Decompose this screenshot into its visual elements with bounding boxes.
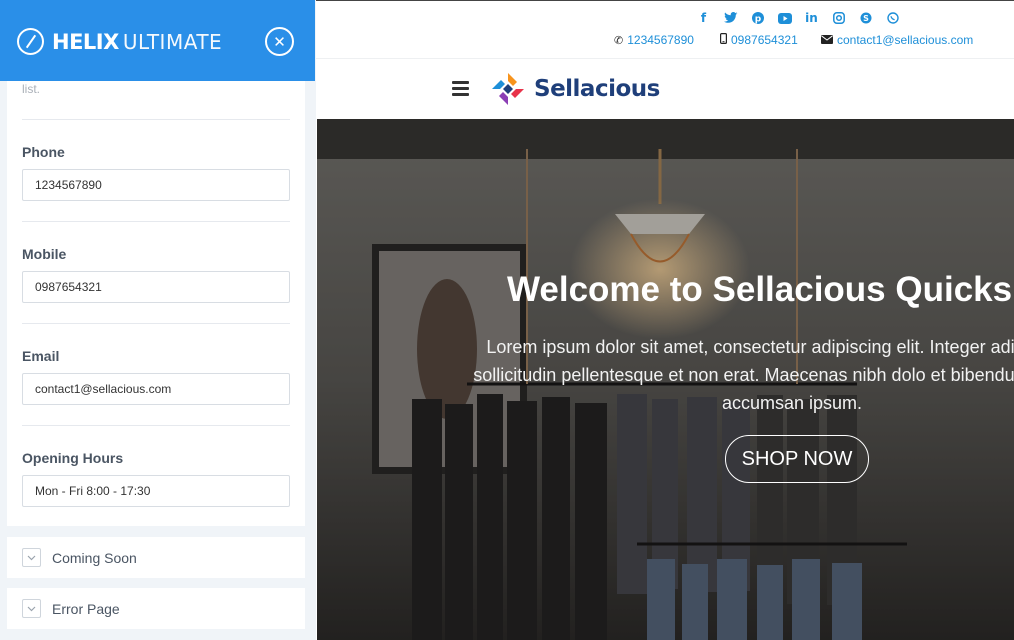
phone-field[interactable] <box>22 169 290 201</box>
divider <box>22 221 290 222</box>
brand-name: Sellacious <box>534 76 660 102</box>
social-icons: f p in S <box>690 11 906 25</box>
pinterest-icon[interactable]: p <box>744 11 771 25</box>
logo-text-light: ULTIMATE <box>122 29 223 54</box>
linkedin-icon[interactable]: in <box>798 11 825 25</box>
sellacious-logo-icon <box>492 73 524 105</box>
envelope-icon <box>821 34 833 47</box>
opening-hours-label: Opening Hours <box>22 450 124 466</box>
mobile-text: 0987654321 <box>731 33 798 47</box>
settings-panel: list. Phone Mobile Email Opening Hours C… <box>0 0 316 640</box>
shop-now-button[interactable]: SHOP NOW <box>725 435 869 483</box>
chevron-down-icon <box>22 548 41 567</box>
email-text: contact1@sellacious.com <box>837 33 974 47</box>
accordion-label: Error Page <box>52 600 120 617</box>
phone-icon: ✆ <box>614 33 624 47</box>
twitter-icon[interactable] <box>717 11 744 25</box>
accordion-coming-soon[interactable]: Coming Soon <box>7 537 305 578</box>
email-link[interactable]: contact1@sellacious.com <box>821 33 973 47</box>
menu-icon[interactable] <box>452 81 469 99</box>
email-label: Email <box>22 348 60 364</box>
accordion-error-page[interactable]: Error Page <box>7 588 305 629</box>
hero-banner: Welcome to Sellacious Quicks Lorem ipsum… <box>317 119 1014 640</box>
youtube-icon[interactable] <box>771 11 798 25</box>
helix-logo-icon <box>17 28 44 55</box>
divider <box>22 323 290 324</box>
accordion-label: Coming Soon <box>52 549 137 566</box>
close-icon[interactable]: ✕ <box>265 27 294 56</box>
logo-text-bold: HELIX <box>52 29 119 54</box>
phone-link[interactable]: ✆ 1234567890 <box>614 33 694 47</box>
svg-text:p: p <box>754 15 761 25</box>
skype-icon[interactable]: S <box>852 11 879 25</box>
mobile-field[interactable] <box>22 271 290 303</box>
divider <box>22 425 290 426</box>
divider <box>22 119 290 120</box>
sellacious-logo[interactable]: Sellacious <box>490 71 660 107</box>
chevron-down-icon <box>22 599 41 618</box>
mobile-link[interactable]: 0987654321 <box>720 33 798 47</box>
site-topbar <box>316 1 1014 58</box>
facebook-icon[interactable]: f <box>690 11 717 25</box>
hint-text: list. <box>22 82 40 96</box>
phone-text: 1234567890 <box>627 33 694 47</box>
svg-text:S: S <box>863 14 869 23</box>
mobile-label: Mobile <box>22 246 67 262</box>
helix-logo: HELIX ULTIMATE <box>17 28 222 55</box>
hero-text: Lorem ipsum dolor sit amet, consectetur … <box>473 337 1014 413</box>
instagram-icon[interactable] <box>825 11 852 25</box>
whatsapp-icon[interactable] <box>879 11 906 25</box>
opening-hours-field[interactable] <box>22 475 290 507</box>
hero-title: Welcome to Sellacious Quicks <box>507 270 1013 309</box>
panel-header: HELIX ULTIMATE ✕ <box>0 0 315 81</box>
email-field[interactable] <box>22 373 290 405</box>
phone-label: Phone <box>22 144 65 160</box>
site-navbar: Sellacious <box>316 58 1014 119</box>
mobile-icon <box>720 33 728 47</box>
